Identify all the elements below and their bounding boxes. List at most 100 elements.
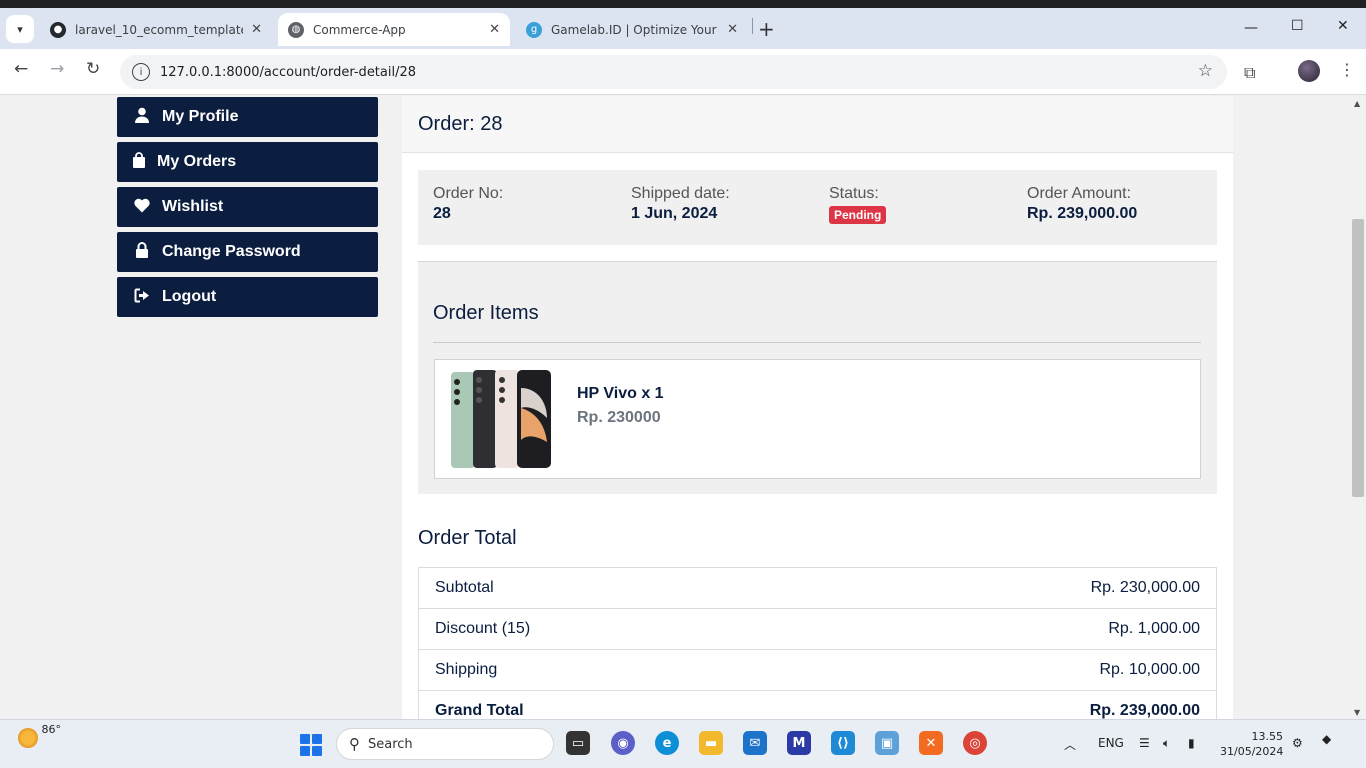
order-no-value: 28 — [433, 205, 451, 222]
maximize-icon[interactable]: ☐ — [1291, 18, 1304, 34]
order-total-heading: Order Total — [418, 527, 517, 549]
volume-icon[interactable]: 🔈︎ — [1163, 736, 1170, 751]
item-price: Rp. 230000 — [577, 409, 661, 426]
sidebar-item-my-profile[interactable]: My Profile — [117, 97, 378, 137]
search-icon: ⚲ — [349, 735, 360, 753]
page-scrollbar[interactable]: ▲ ▼ — [1350, 96, 1366, 719]
notification-icon[interactable]: ⚙ — [1292, 736, 1303, 750]
status-label: Status: — [829, 185, 879, 202]
omnibox[interactable]: i 127.0.0.1:8000/account/order-detail/28… — [120, 55, 1227, 89]
new-tab-icon[interactable]: + — [758, 17, 775, 41]
tab-commerce-app[interactable]: ◍ Commerce-App ✕ — [278, 13, 510, 46]
product-image — [451, 370, 551, 468]
weather-temp: 86° — [41, 723, 62, 736]
scroll-down-icon[interactable]: ▼ — [1354, 708, 1360, 717]
xampp-icon[interactable]: ✕ — [919, 731, 943, 755]
order-no-block: Order No: 28 — [433, 185, 503, 223]
scrollbar-thumb[interactable] — [1352, 219, 1364, 497]
tab-title: laravel_10_ecomm_templates/p — [75, 22, 243, 37]
card-header: Order: 28 — [402, 96, 1233, 153]
chat-icon[interactable]: ◉ — [611, 731, 635, 755]
globe-icon: ◍ — [288, 21, 304, 38]
github-icon: ● — [50, 21, 66, 38]
tab-gamelab[interactable]: g Gamelab.ID | Optimize Your Dig ✕ — [516, 13, 748, 46]
order-amount-label: Order Amount: — [1027, 185, 1132, 202]
menu-kebab-icon[interactable]: ⋮ — [1339, 60, 1355, 79]
total-value: Rp. 1,000.00 — [1108, 620, 1200, 637]
language-indicator[interactable]: ENG — [1098, 736, 1124, 750]
sidebar-item-logout[interactable]: Logout — [117, 277, 378, 317]
close-icon[interactable]: ✕ — [727, 22, 738, 37]
window-top-strip — [0, 0, 1366, 8]
address-bar: ← → ↻ i 127.0.0.1:8000/account/order-det… — [0, 49, 1366, 95]
order-no-label: Order No: — [433, 185, 504, 202]
control-panel-icon[interactable]: ▣ — [875, 731, 899, 755]
chevron-up-icon[interactable]: ︿ — [1064, 736, 1076, 753]
sidebar-item-label: Wishlist — [162, 198, 224, 215]
sidebar-item-label: Change Password — [162, 243, 301, 260]
divider — [433, 342, 1201, 343]
status-block: Status: Pending — [829, 185, 887, 224]
order-total-table: Subtotal Rp. 230,000.00 Discount (15) Rp… — [418, 567, 1217, 719]
reload-icon[interactable]: ↻ — [86, 59, 100, 79]
task-view-icon[interactable]: ▭ — [566, 731, 590, 755]
clock-date: 31/05/2024 — [1220, 745, 1284, 758]
gamelab-icon: g — [526, 21, 542, 38]
wifi-icon[interactable]: ☰ — [1139, 736, 1150, 750]
sidebar-item-change-password[interactable]: Change Password — [117, 232, 378, 272]
logout-icon — [132, 288, 152, 307]
sidebar-item-wishlist[interactable]: Wishlist — [117, 187, 378, 227]
minimize-icon[interactable]: — — [1244, 20, 1258, 36]
sidebar-item-label: My Orders — [157, 153, 237, 170]
table-row: Subtotal Rp. 230,000.00 — [419, 568, 1216, 609]
copilot-icon[interactable]: ◆ — [1322, 732, 1331, 746]
taskbar-search[interactable]: ⚲ Search — [336, 728, 554, 760]
shopping-bag-icon — [129, 152, 149, 172]
windows-start-icon[interactable] — [300, 734, 322, 756]
heart-icon — [132, 198, 152, 217]
lock-icon — [132, 242, 152, 262]
vscode-icon[interactable]: ⟨⟩ — [831, 731, 855, 755]
file-explorer-icon[interactable]: ▬ — [699, 731, 723, 755]
window-close-icon[interactable]: ✕ — [1337, 18, 1349, 34]
bookmark-star-icon[interactable]: ☆ — [1198, 61, 1213, 81]
weather-widget[interactable]: 86° — [18, 723, 61, 748]
site-info-icon[interactable]: i — [132, 63, 150, 81]
sidebar-item-my-orders[interactable]: My Orders — [117, 142, 378, 182]
sidebar-item-label: Logout — [162, 288, 217, 305]
shipped-date-block: Shipped date: 1 Jun, 2024 — [631, 185, 730, 223]
edge-icon[interactable]: e — [655, 731, 679, 755]
sidebar-item-label: My Profile — [162, 108, 239, 125]
order-items-panel: Order Items HP Vivo x 1 Rp. 230000 — [418, 261, 1217, 494]
item-name: HP Vivo x 1 — [577, 385, 664, 402]
profile-avatar[interactable] — [1298, 60, 1320, 82]
mail-icon[interactable]: ✉ — [743, 731, 767, 755]
user-icon — [132, 107, 152, 127]
back-icon[interactable]: ← — [14, 59, 28, 79]
extensions-icon[interactable]: ⧉ — [1244, 63, 1255, 83]
battery-icon[interactable]: ▮ — [1188, 736, 1195, 750]
tab-title: Commerce-App — [313, 22, 406, 37]
order-summary: Order No: 28 Shipped date: 1 Jun, 2024 S… — [418, 170, 1217, 245]
taskbar: 86° ⚲ Search ▭ ◉ e ▬ ✉ M ⟨⟩ ▣ ✕ ◎ ︿ ENG … — [0, 719, 1366, 768]
close-icon[interactable]: ✕ — [251, 22, 262, 37]
table-row: Discount (15) Rp. 1,000.00 — [419, 609, 1216, 650]
tab-github[interactable]: ● laravel_10_ecomm_templates/p ✕ — [40, 13, 272, 46]
tab-search-button[interactable]: ▾ — [6, 15, 34, 43]
close-icon[interactable]: ✕ — [489, 22, 500, 37]
forward-icon[interactable]: → — [50, 59, 64, 79]
order-amount-value: Rp. 239,000.00 — [1027, 205, 1138, 222]
table-row: Shipping Rp. 10,000.00 — [419, 650, 1216, 691]
app-icon[interactable]: M — [787, 731, 811, 755]
chrome-icon[interactable]: ◎ — [963, 731, 987, 755]
grand-total-row: Grand Total Rp. 239,000.00 — [419, 691, 1216, 719]
total-value: Rp. 239,000.00 — [1089, 702, 1200, 719]
taskbar-clock[interactable]: 13.55 31/05/2024 — [1220, 729, 1283, 759]
weather-sun-icon — [18, 728, 38, 748]
scroll-up-icon[interactable]: ▲ — [1354, 99, 1360, 108]
url-text[interactable]: 127.0.0.1:8000/account/order-detail/28 — [160, 65, 416, 80]
shipped-date-label: Shipped date: — [631, 185, 730, 202]
total-value: Rp. 230,000.00 — [1090, 579, 1200, 596]
shipped-date-value: 1 Jun, 2024 — [631, 205, 718, 222]
page-viewport: My Profile My Orders Wishlist Change Pas… — [0, 96, 1350, 719]
